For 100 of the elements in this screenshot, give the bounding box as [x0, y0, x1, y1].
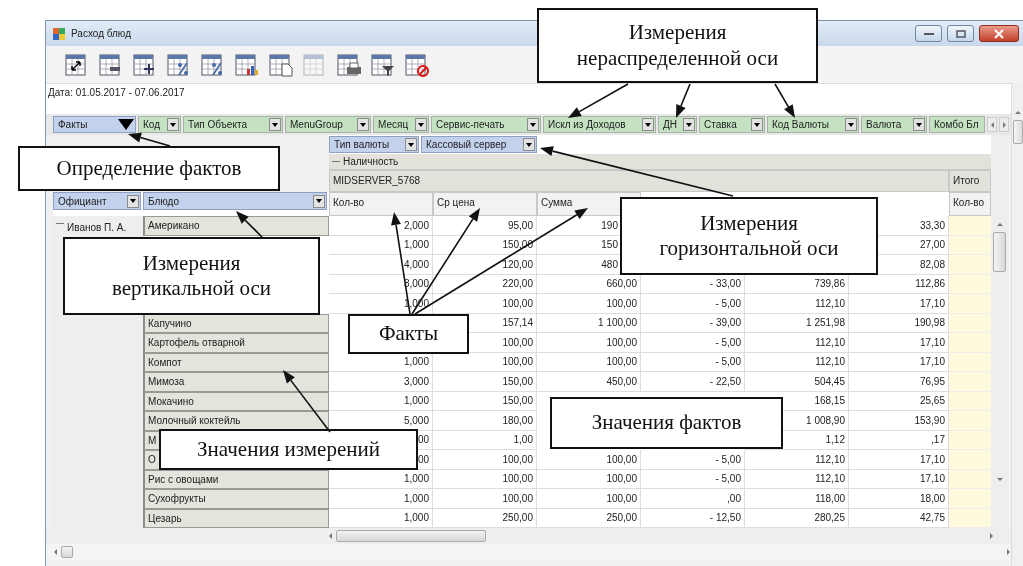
table-cell: 18,00 [849, 489, 949, 509]
row-label: Американо [143, 216, 329, 236]
table-cell: - 5,00 [641, 333, 745, 353]
column-group-label: Наличность [343, 155, 399, 169]
row-field-chip[interactable]: Блюдо [143, 192, 327, 210]
table-cell: 112,86 [849, 274, 949, 294]
table-cell: 1,00 [433, 430, 537, 450]
table-cell: 17,10 [849, 333, 949, 353]
table-cell: 120,00 [433, 255, 537, 275]
dimension-field-chip[interactable]: Сервис-печать [431, 116, 541, 133]
maximize-button[interactable] [947, 25, 974, 42]
toolbar-button[interactable] [234, 51, 260, 78]
table-cell: - 5,00 [641, 294, 745, 314]
row-label: Картофель отварной [143, 333, 329, 353]
callout-label: Определение фактов [18, 146, 280, 191]
table-cell: 100,00 [537, 333, 641, 353]
callout-label: Измерения вертикальной оси [63, 237, 320, 315]
dimension-field-chip[interactable]: MenuGroup [285, 116, 371, 133]
table-cell: 190,98 [849, 313, 949, 333]
total-cell [949, 274, 991, 294]
dimension-field-chip[interactable]: Тип Объекта [183, 116, 283, 133]
table-cell: 153,90 [849, 411, 949, 431]
table-cell: 42,75 [849, 508, 949, 528]
minimize-button[interactable] [915, 25, 942, 42]
column-field-chip[interactable]: Кассовый сервер [421, 136, 537, 153]
dimension-field-chip[interactable]: Искл из Доходов [543, 116, 656, 133]
table-cell: 95,00 [433, 216, 537, 236]
arrow [774, 83, 795, 118]
arrow [676, 83, 691, 118]
table-cell: 1,000 [329, 469, 433, 489]
table-cell: 2,000 [329, 216, 433, 236]
table-cell: 180,00 [433, 411, 537, 431]
table-cell: 100,00 [537, 489, 641, 509]
facts-field-chip[interactable]: Факты [53, 116, 136, 133]
row-field-chip[interactable]: Официант [53, 192, 141, 210]
table-cell: 280,25 [745, 508, 849, 528]
table-cell: 3,000 [329, 372, 433, 392]
close-button[interactable] [979, 25, 1019, 42]
window-title: Расход блюд [71, 27, 131, 41]
row-label: Цезарь [143, 508, 329, 528]
table-cell: 76,95 [849, 372, 949, 392]
column-group-label: MIDSERVER_5768 [329, 170, 949, 192]
table-cell: 118,00 [745, 489, 849, 509]
table-cell: 100,00 [537, 450, 641, 470]
row-label: Молочный коктейль [143, 411, 329, 431]
dimension-field-chip[interactable]: Комбо Бл [929, 116, 985, 133]
scroll-left-button[interactable] [987, 117, 997, 132]
table-cell: 17,10 [849, 352, 949, 372]
table-cell: 250,00 [433, 508, 537, 528]
table-cell: 250,00 [537, 508, 641, 528]
dimension-field-chip[interactable]: Месяц [373, 116, 429, 133]
table-cell: 1,000 [329, 352, 433, 372]
row-label: Мимоза [143, 372, 329, 392]
table-cell: 112,10 [745, 333, 849, 353]
total-cell [949, 372, 991, 392]
column-header: Кол-во [949, 192, 991, 216]
app-icon [52, 26, 66, 41]
total-cell [949, 469, 991, 489]
table-cell: - 5,00 [641, 352, 745, 372]
toolbar-button[interactable] [336, 51, 362, 78]
table-cell: 1 251,98 [745, 313, 849, 333]
table-cell: 504,45 [745, 372, 849, 392]
scroll-right-button[interactable] [999, 117, 1009, 132]
column-field-chip[interactable]: Тип валюты [329, 136, 419, 153]
table-cell: 25,65 [849, 391, 949, 411]
column-group-label: Итого [949, 170, 991, 192]
arrow [283, 370, 331, 433]
table-cell: - 22,50 [641, 372, 745, 392]
callout-label: Значения фактов [550, 397, 783, 449]
close-icon [994, 28, 1004, 39]
toolbar-button[interactable] [370, 51, 396, 78]
table-cell: 4,000 [329, 255, 433, 275]
column-header: Ср цена [433, 192, 537, 216]
total-cell [949, 508, 991, 528]
table-cell: 739,86 [745, 274, 849, 294]
arrow [236, 211, 263, 238]
dimension-field-chip[interactable]: ДН [658, 116, 697, 133]
total-cell [949, 216, 991, 236]
dimension-field-chip[interactable]: Код [138, 116, 181, 133]
total-cell [949, 391, 991, 411]
table-cell: 112,10 [745, 294, 849, 314]
arrow [128, 132, 171, 147]
horizontal-scrollbar[interactable] [46, 544, 1011, 560]
table-cell: 17,10 [849, 450, 949, 470]
table-cell: 660,00 [537, 274, 641, 294]
table-cell: 17,10 [849, 294, 949, 314]
table-cell: 100,00 [537, 469, 641, 489]
table-cell: 100,00 [433, 450, 537, 470]
table-cell: 100,00 [537, 294, 641, 314]
row-label: Компот [143, 352, 329, 372]
total-cell [949, 235, 991, 255]
dimension-field-chip[interactable]: Код Валюты [767, 116, 859, 133]
vertical-scrollbar[interactable] [1011, 83, 1023, 566]
callout-label: Измерения нераспределенной оси [537, 8, 818, 83]
dimension-field-chip[interactable]: Валюта [861, 116, 927, 133]
total-cell [949, 255, 991, 275]
table-cell: 100,00 [433, 294, 537, 314]
dimension-field-chip[interactable]: Ставка [699, 116, 765, 133]
total-cell [949, 352, 991, 372]
date-range-label: Дата: 01.05.2017 - 07.06.2017 [48, 87, 185, 98]
